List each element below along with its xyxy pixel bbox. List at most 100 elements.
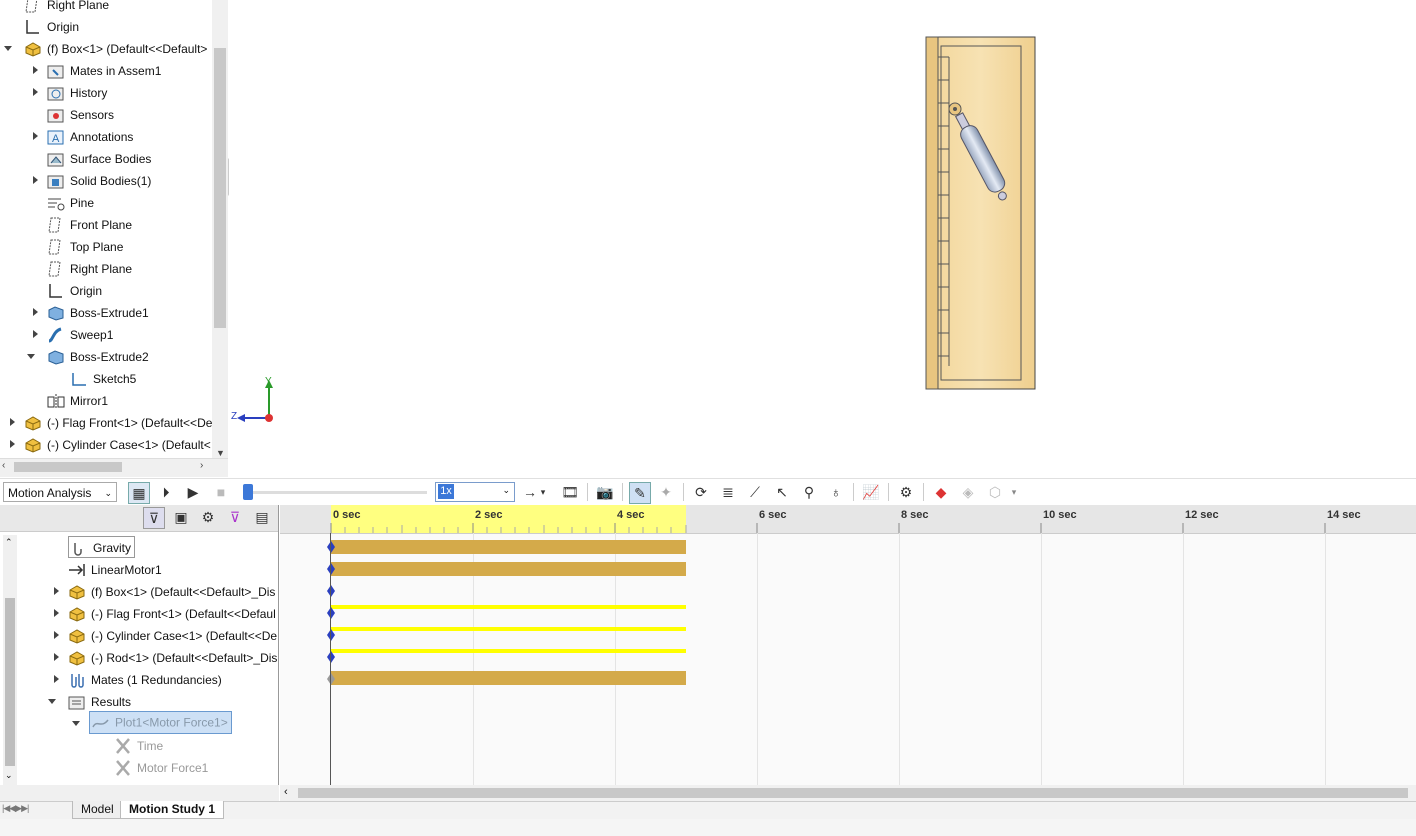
gravity-icon[interactable]: ♁	[826, 482, 846, 502]
motion-item-cylinder-case[interactable]: (-) Cylinder Case<1> (Default<<De	[54, 624, 277, 646]
keypoint-diamond-icon[interactable]	[327, 607, 335, 619]
motion-item-time[interactable]: Time	[114, 734, 163, 756]
motion-item-linear-motor[interactable]: LinearMotor1	[68, 558, 162, 580]
tree-item-cylinder-case[interactable]: (-) Cylinder Case<1> (Default<	[10, 433, 211, 455]
tree-item-history[interactable]: History	[33, 81, 107, 103]
filter-selected-icon[interactable]: ⚙	[198, 507, 218, 527]
animation-wizard-icon[interactable]: 📷	[595, 482, 615, 502]
timeline-bar-cylinder-case[interactable]	[331, 627, 686, 631]
save-animation-icon[interactable]: 🎞	[560, 482, 580, 502]
expand-arrow-icon[interactable]	[31, 169, 41, 191]
import-loads-icon[interactable]: ◈	[958, 482, 978, 502]
tree-item-boss-extrude1[interactable]: Boss-Extrude1	[33, 301, 149, 323]
timeline-bar-mates[interactable]	[331, 671, 686, 685]
expand-arrow-icon[interactable]	[31, 125, 41, 147]
time-bar[interactable]	[330, 533, 331, 785]
box-part[interactable]	[925, 36, 1036, 390]
motion-item-flag-front[interactable]: (-) Flag Front<1> (Default<<Defaul	[54, 602, 276, 624]
sort-icon[interactable]: ▤	[252, 507, 272, 527]
filter-driving-icon[interactable]: ▣	[171, 507, 191, 527]
collapse-arrow-icon[interactable]	[72, 712, 82, 734]
keypoint-diamond-icon[interactable]	[327, 673, 335, 685]
study-properties-icon[interactable]: ⚙	[896, 482, 916, 502]
contact-icon[interactable]: ⚲	[799, 482, 819, 502]
timeline-bar-flag-front[interactable]	[331, 605, 686, 609]
add-key-icon[interactable]: ✦	[656, 482, 676, 502]
simulation-setup-icon[interactable]: ⬡	[985, 482, 1005, 502]
playback-slider-thumb[interactable]	[243, 484, 253, 500]
scroll-up-icon[interactable]: ⌃	[5, 537, 13, 548]
expand-arrow-icon[interactable]	[52, 668, 62, 690]
stop-icon[interactable]: ■	[211, 482, 231, 502]
playback-mode-arrow-icon[interactable]: →	[520, 482, 540, 502]
tree-item-material[interactable]: Pine	[47, 191, 94, 213]
scroll-down-icon[interactable]: ⌄	[5, 770, 13, 781]
tab-navigation-icon[interactable]: |◀◀▶▶|	[2, 803, 29, 814]
filter-results-icon[interactable]: ⊽	[225, 507, 245, 527]
scroll-down-icon[interactable]: ▼	[216, 448, 225, 458]
motion-item-rod[interactable]: (-) Rod<1> (Default<<Default>_Dis	[54, 646, 277, 668]
collapse-arrow-icon[interactable]	[4, 37, 14, 59]
keypoint-diamond-icon[interactable]	[327, 585, 335, 597]
tree-hscroll-thumb[interactable]	[14, 462, 122, 472]
spring-icon[interactable]: ≣	[718, 482, 738, 502]
keypoint-diamond-icon[interactable]	[327, 651, 335, 663]
expand-arrow-icon[interactable]	[31, 323, 41, 345]
filter-animated-icon[interactable]: ⊽	[143, 507, 165, 529]
collapse-arrow-icon[interactable]	[48, 690, 58, 712]
tree-item-front-plane[interactable]: Front Plane	[47, 213, 132, 235]
tab-model[interactable]: Model	[72, 801, 123, 819]
motion-item-results[interactable]: Results	[48, 690, 131, 712]
play-from-start-icon[interactable]: ⏵	[156, 482, 176, 502]
export-to-simulation-icon[interactable]: ◆	[931, 482, 951, 502]
results-and-plots-icon[interactable]: 📈	[861, 482, 881, 502]
motion-item-box[interactable]: (f) Box<1> (Default<<Default>_Dis	[54, 580, 275, 602]
timeline-bar-rod[interactable]	[331, 649, 686, 653]
expand-arrow-icon[interactable]	[52, 646, 62, 668]
keypoint-diamond-icon[interactable]	[327, 541, 335, 553]
tree-item-right-plane-2[interactable]: Right Plane	[47, 257, 132, 279]
expand-arrow-icon[interactable]	[31, 81, 41, 103]
scroll-right-icon[interactable]: ›	[200, 460, 203, 471]
scroll-left-icon[interactable]: ‹	[284, 786, 288, 798]
tree-item-right-plane[interactable]: Right Plane	[24, 0, 109, 15]
tree-item-origin[interactable]: Origin	[24, 15, 79, 37]
tree-item-sketch5[interactable]: Sketch5	[70, 367, 136, 389]
motion-tree-scroll-thumb[interactable]	[5, 598, 15, 766]
motion-item-gravity[interactable]: Gravity	[68, 536, 136, 558]
chevron-down-icon[interactable]: ▾	[538, 482, 548, 502]
tree-item-mirror1[interactable]: Mirror1	[47, 389, 108, 411]
play-icon[interactable]: ▶	[183, 482, 203, 502]
expand-arrow-icon[interactable]	[52, 602, 62, 624]
motor-icon[interactable]: ⟳	[691, 482, 711, 502]
tree-item-annotations[interactable]: A Annotations	[33, 125, 133, 147]
timeline-hscroll-thumb[interactable]	[298, 788, 1408, 798]
expand-arrow-icon[interactable]	[8, 433, 18, 455]
expand-arrow-icon[interactable]	[52, 624, 62, 646]
motion-item-motor-force[interactable]: Motor Force1	[114, 756, 208, 778]
tree-item-solid-bodies[interactable]: Solid Bodies(1)	[33, 169, 151, 191]
autokey-icon[interactable]: ✎	[629, 482, 651, 504]
graphics-viewport[interactable]: Y Z	[229, 0, 1416, 478]
timeline-bar-linear-motor[interactable]	[331, 562, 686, 576]
tree-item-sensors[interactable]: Sensors	[47, 103, 114, 125]
expand-arrow-icon[interactable]	[52, 580, 62, 602]
tree-item-mates-in-assem[interactable]: Mates in Assem1	[33, 59, 161, 81]
tree-item-boss-extrude2[interactable]: Boss-Extrude2	[27, 345, 149, 367]
motion-item-mates[interactable]: Mates (1 Redundancies)	[54, 668, 222, 690]
tree-item-flag-front[interactable]: (-) Flag Front<1> (Default<<De	[10, 411, 212, 433]
keypoint-diamond-icon[interactable]	[327, 563, 335, 575]
tree-item-box[interactable]: (f) Box<1> (Default<<Default>	[4, 37, 207, 59]
tab-motion-study-1[interactable]: Motion Study 1	[120, 801, 224, 819]
collapse-arrow-icon[interactable]	[27, 345, 37, 367]
tree-item-surface-bodies[interactable]: Surface Bodies	[47, 147, 151, 169]
playback-slider-track[interactable]	[243, 491, 427, 494]
motion-item-plot1[interactable]: Plot1<Motor Force1>	[72, 711, 232, 734]
study-type-select[interactable]: Motion Analysis ⌄	[3, 482, 117, 502]
damper-icon[interactable]: ⟋	[745, 482, 765, 502]
expand-arrow-icon[interactable]	[31, 59, 41, 81]
tree-scroll-thumb[interactable]	[214, 48, 226, 328]
keypoint-diamond-icon[interactable]	[327, 629, 335, 641]
expand-arrow-icon[interactable]	[8, 411, 18, 433]
expand-arrow-icon[interactable]	[31, 301, 41, 323]
